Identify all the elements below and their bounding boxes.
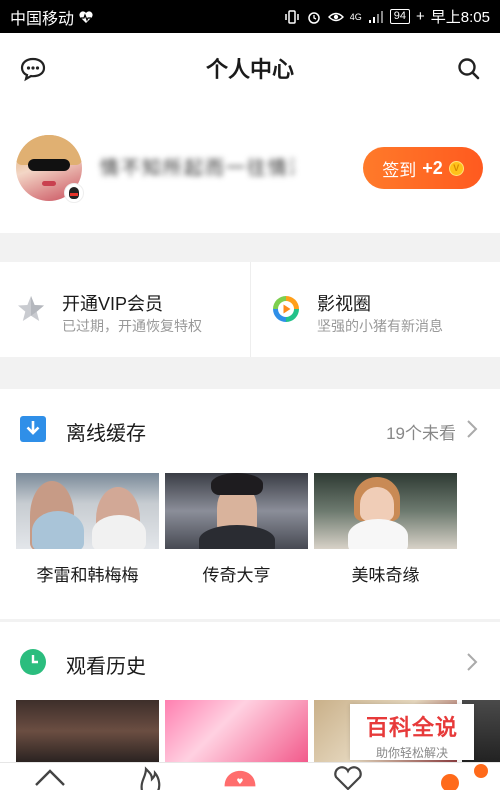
video-thumbnail (16, 473, 159, 549)
watermark-logo: 百科全说 助你轻松解决 (350, 704, 474, 760)
eye-icon (327, 12, 344, 21)
coin-icon: V (448, 160, 464, 176)
history-header[interactable]: 观看历史 (0, 622, 500, 700)
search-icon[interactable] (455, 55, 483, 83)
qq-icon (64, 183, 84, 203)
username: 情不知所起而一往情深 (100, 158, 295, 179)
vip-subtitle: 已过期，开通恢复特权 (62, 318, 202, 334)
offline-cache-section: 离线缓存 19个未看 李雷和韩梅梅 传奇大亨 美味奇缘 (0, 389, 500, 619)
status-right: 4G 94 + 早上8:05 (284, 6, 490, 27)
carrier-group: 中国移动 (10, 5, 94, 29)
carrier-name: 中国移动 (10, 10, 75, 28)
svg-text:♥: ♥ (237, 777, 244, 786)
home-icon[interactable] (32, 765, 68, 790)
battery-level: 94 (389, 9, 411, 24)
offline-item[interactable]: 传奇大亨 (165, 473, 308, 586)
page-title: 个人中心 (205, 57, 294, 82)
video-thumbnail (165, 473, 308, 549)
vip-entry[interactable]: 开通VIP会员 已过期，开通恢复特权 (0, 262, 250, 357)
clock: 早上8:05 (430, 9, 490, 26)
chevron-right-icon (467, 420, 478, 438)
circle-subtitle: 坚强的小猪有新消息 (317, 318, 443, 334)
heart-icon[interactable] (330, 765, 366, 790)
offline-item[interactable]: 美味奇缘 (314, 473, 457, 586)
history-item[interactable] (16, 700, 159, 762)
charging-icon: + (416, 8, 425, 25)
offline-header[interactable]: 离线缓存 19个未看 (0, 389, 500, 467)
profile-icon[interactable] (432, 765, 468, 790)
center-icon[interactable]: ♥ (222, 765, 258, 790)
clock-icon (20, 649, 46, 675)
vip-title: 开通VIP会员 (62, 294, 164, 314)
chevron-right-icon (467, 653, 478, 671)
feature-row: 开通VIP会员 已过期，开通恢复特权 影视圈 坚强的小猪有新消息 (0, 262, 500, 357)
health-heart-icon (79, 10, 93, 23)
status-bar: 中国移动 4G 94 + 早上8:05 (0, 0, 500, 33)
watermark-subtitle: 助你轻松解决 (375, 746, 448, 760)
video-thumbnail (314, 473, 457, 549)
signin-reward: +2 (422, 157, 443, 178)
alarm-icon (308, 11, 320, 24)
play-circle-icon (273, 296, 299, 322)
circle-title: 影视圈 (317, 294, 371, 314)
app-header: 个人中心 (0, 33, 500, 103)
signin-button[interactable]: 签到 +2 V (363, 147, 483, 189)
star-icon (18, 296, 44, 321)
offline-title: 离线缓存 (66, 423, 146, 445)
profile-card[interactable]: 情不知所起而一往情深 签到 +2 V (0, 103, 500, 233)
download-icon (20, 416, 46, 442)
movie-circle-entry[interactable]: 影视圈 坚强的小猪有新消息 (250, 262, 500, 357)
video-title: 传奇大亨 (202, 566, 271, 585)
offline-thumbnails: 李雷和韩梅梅 传奇大亨 美味奇缘 (16, 473, 486, 613)
offline-unwatched-count: 19个未看 (386, 424, 456, 443)
video-title: 美味奇缘 (351, 566, 420, 585)
watermark-title: 百科全说 (365, 715, 458, 740)
vibrate-icon (285, 9, 299, 24)
notification-dot (474, 764, 488, 778)
history-item[interactable] (165, 700, 308, 762)
offline-item[interactable]: 李雷和韩梅梅 (16, 473, 159, 586)
signin-label: 签到 (382, 160, 417, 180)
bottom-tab-bar: ♥ (0, 762, 500, 790)
history-title: 观看历史 (66, 656, 146, 678)
signal-icon (368, 10, 383, 23)
message-icon[interactable] (19, 55, 47, 83)
network-type: 4G (349, 11, 362, 22)
hot-icon[interactable] (132, 765, 168, 790)
avatar-glasses (28, 159, 70, 171)
avatar-mouth (42, 181, 56, 186)
video-title: 李雷和韩梅梅 (36, 566, 139, 585)
